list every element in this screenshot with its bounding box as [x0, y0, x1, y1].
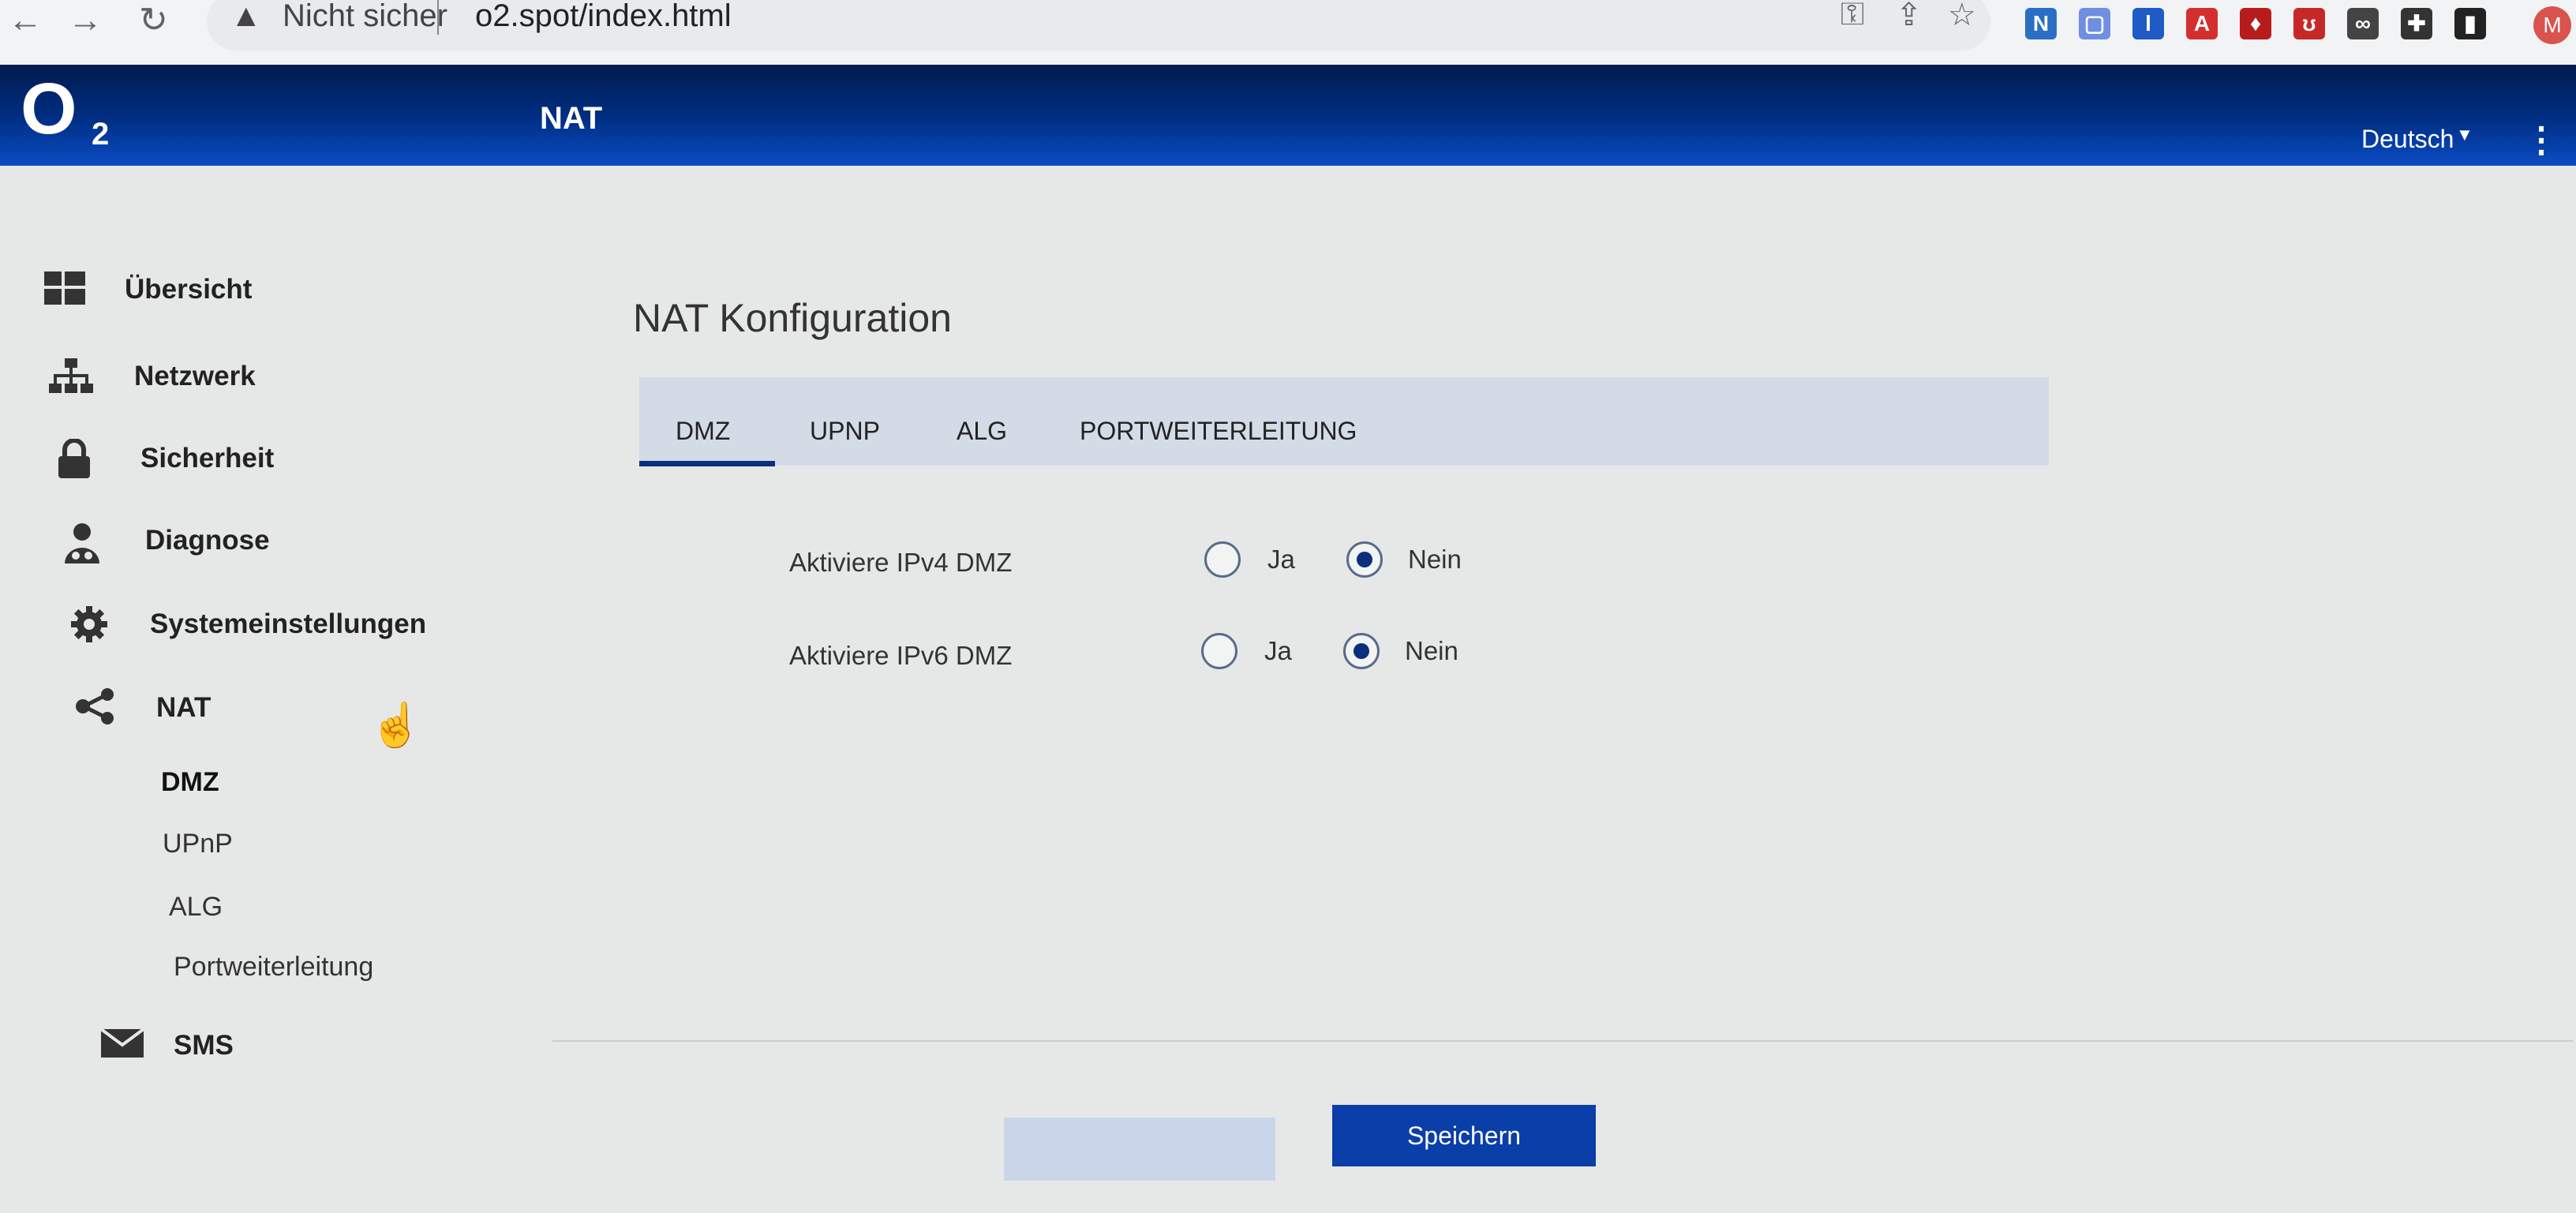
ext-1-icon[interactable]: N	[2025, 8, 2057, 39]
ext-7-icon[interactable]: ∞	[2347, 8, 2379, 39]
dashboard-icon	[44, 270, 92, 309]
sidebar-item-systemeinstellungen[interactable]: Systemeinstellungen	[69, 605, 426, 644]
sidebar-item-label: SMS	[174, 1030, 234, 1061]
sidebar-item-nat[interactable]: NAT	[74, 688, 211, 728]
ipv4-dmz-label: Aktiviere IPv4 DMZ	[789, 548, 1013, 577]
url-text[interactable]: o2.spot/index.html	[475, 0, 732, 34]
section-title: NAT Konfiguration	[633, 296, 952, 340]
sidebar-subitem-dmz[interactable]: DMZ	[161, 767, 219, 798]
address-bar[interactable]: ▲ Nicht sicher o2.spot/index.html ⚿ ⇪ ☆	[207, 0, 1990, 51]
lock-icon	[55, 438, 103, 478]
ipv6-dmz-no-radio[interactable]	[1343, 633, 1380, 669]
ext-3-icon[interactable]: l	[2132, 8, 2164, 39]
sidebar-item-label: Netzwerk	[134, 361, 256, 391]
tab-alg[interactable]: ALG	[957, 417, 1007, 446]
sidebar-subitem-upnp[interactable]: UPnP	[163, 829, 233, 859]
ext-9-icon[interactable]: ▮	[2454, 8, 2486, 39]
tab-upnp[interactable]: UPNP	[810, 417, 880, 446]
save-button[interactable]: Speichern	[1332, 1105, 1596, 1166]
sidebar-subitem-portweiterleitung[interactable]: Portweiterleitung	[174, 952, 373, 983]
sidebar-item-label: Übersicht	[125, 274, 253, 305]
page-title: NAT	[540, 101, 603, 136]
ext-4-icon[interactable]: A	[2186, 8, 2218, 39]
sidebar-subitem-alg[interactable]: ALG	[169, 892, 223, 923]
gear-icon	[69, 605, 117, 644]
hand-cursor-icon: ☝	[369, 702, 423, 749]
key-icon[interactable]: ⚿	[1840, 0, 1864, 32]
sidebar-item-uebersicht[interactable]: Übersicht	[44, 270, 252, 309]
profile-avatar[interactable]: M	[2533, 6, 2571, 44]
sidebar-item-sms[interactable]: SMS	[99, 1026, 234, 1065]
ipv6-dmz-yes-radio[interactable]	[1201, 633, 1237, 669]
ipv6-dmz-no-label[interactable]: Nein	[1405, 636, 1458, 666]
tab-portweiterleitung[interactable]: PORTWEITERLEITUNG	[1080, 417, 1357, 446]
doctor-icon	[62, 521, 109, 563]
o2-logo-subscript: 2	[92, 117, 110, 152]
sidebar-item-netzwerk[interactable]: Netzwerk	[49, 357, 256, 396]
security-label: Nicht sicher	[283, 0, 447, 33]
browser-toolbar: ← → ↻ ▲ Nicht sicher o2.spot/index.html …	[0, 0, 2576, 66]
language-select[interactable]: Deutsch	[2361, 125, 2454, 154]
tab-dmz[interactable]: DMZ	[676, 417, 730, 446]
sidebar-item-label: NAT	[156, 692, 212, 723]
more-menu-icon[interactable]: ⋮	[2524, 120, 2559, 160]
ipv4-dmz-no-radio[interactable]	[1346, 541, 1383, 578]
footer-divider	[552, 1040, 2573, 1042]
bookmark-star-icon[interactable]: ☆	[1948, 0, 1976, 33]
cancel-button-disabled	[1004, 1118, 1275, 1181]
sidebar-item-label: Systemeinstellungen	[150, 608, 427, 639]
chevron-down-icon[interactable]: ▼	[2456, 125, 2473, 145]
ipv4-dmz-yes-radio[interactable]	[1204, 541, 1241, 578]
mail-icon	[99, 1026, 147, 1065]
ext-2-icon[interactable]: ▢	[2079, 8, 2110, 39]
sidebar-item-sicherheit[interactable]: Sicherheit	[55, 438, 275, 478]
tab-bar: DMZ UPNP ALG PORTWEITERLEITUNG	[639, 377, 2049, 466]
share-icon	[74, 688, 122, 728]
sidebar-item-diagnose[interactable]: Diagnose	[62, 521, 270, 563]
sidebar-item-label: Diagnose	[145, 525, 270, 556]
ipv6-dmz-label: Aktiviere IPv6 DMZ	[789, 641, 1013, 670]
ipv4-dmz-no-label[interactable]: Nein	[1408, 545, 1462, 575]
ext-8-icon[interactable]: ✚	[2401, 8, 2432, 39]
share-page-icon[interactable]: ⇪	[1896, 0, 1923, 33]
active-tab-indicator	[639, 461, 775, 466]
forward-icon[interactable]: →	[68, 0, 103, 41]
ipv6-dmz-yes-label[interactable]: Ja	[1264, 636, 1292, 666]
o2-logo[interactable]: O	[21, 68, 77, 151]
network-icon	[49, 357, 96, 396]
ext-5-icon[interactable]: ♦	[2240, 8, 2271, 39]
ext-6-icon[interactable]: ʊ	[2293, 8, 2325, 39]
address-separator	[437, 0, 439, 35]
app-header: O 2 NAT Deutsch ▼ ⋮	[0, 65, 2576, 166]
reload-icon[interactable]: ↻	[139, 0, 168, 41]
warning-icon: ▲	[230, 0, 262, 33]
back-icon[interactable]: ←	[8, 0, 43, 41]
ipv4-dmz-yes-label[interactable]: Ja	[1267, 545, 1295, 575]
sidebar-item-label: Sicherheit	[140, 443, 275, 474]
